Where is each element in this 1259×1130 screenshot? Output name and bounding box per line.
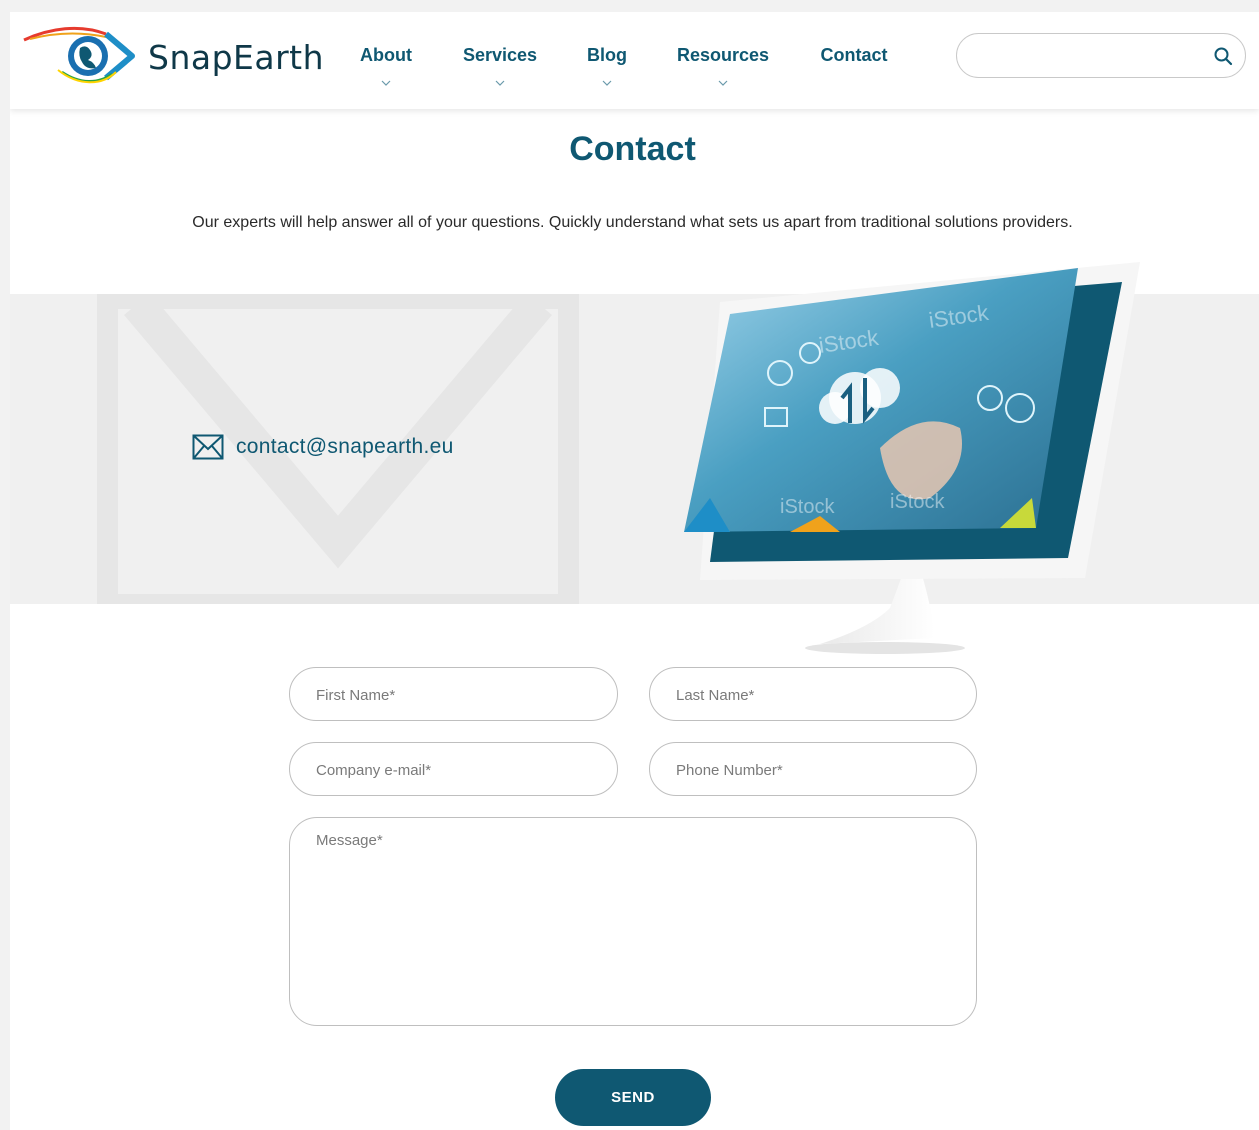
site-header: SnapEarth About Services Blog Resources …	[10, 12, 1259, 109]
nav-resources-label: Resources	[676, 45, 770, 65]
message-textarea[interactable]	[316, 832, 946, 1012]
company-email-field[interactable]	[289, 742, 618, 796]
nav-blog[interactable]: Blog	[585, 45, 629, 88]
company-email-input[interactable]	[316, 759, 586, 781]
page-title: Contact	[569, 130, 696, 168]
nav-about[interactable]: About	[358, 45, 414, 88]
phone-number-field[interactable]	[649, 742, 977, 796]
watermark-text: iStock	[890, 491, 945, 513]
search-icon[interactable]	[1213, 46, 1233, 66]
first-name-field[interactable]	[289, 667, 618, 721]
chevron-down-icon	[381, 80, 391, 86]
contact-email-link[interactable]: contact@snapearth.eu	[236, 435, 454, 459]
intro-text: Our experts will help answer all of your…	[192, 214, 1073, 231]
nav-contact[interactable]: Contact	[818, 45, 890, 66]
search-input[interactable]	[975, 44, 1205, 68]
chevron-down-icon	[495, 80, 505, 86]
last-name-input[interactable]	[676, 684, 946, 706]
nav-services-label: Services	[462, 45, 538, 65]
contact-page: SnapEarth About Services Blog Resources …	[10, 12, 1259, 1130]
globe-eye-icon	[23, 26, 135, 84]
brand-name: SnapEarth	[148, 38, 325, 77]
contact-email[interactable]: contact@snapearth.eu	[192, 434, 454, 460]
snapearth-logo[interactable]: SnapEarth	[22, 26, 324, 88]
last-name-field[interactable]	[649, 667, 977, 721]
message-field[interactable]	[289, 817, 977, 1026]
chevron-down-icon	[602, 80, 612, 86]
send-button[interactable]: SEND	[555, 1069, 711, 1126]
chevron-down-icon	[718, 80, 728, 86]
nav-services[interactable]: Services	[462, 45, 538, 88]
search-box[interactable]	[956, 33, 1246, 78]
nav-blog-label: Blog	[587, 45, 627, 65]
monitor-illustration: iStock iStock iStock iStock	[684, 262, 1140, 654]
nav-about-label: About	[360, 45, 412, 65]
first-name-input[interactable]	[316, 684, 586, 706]
nav-resources[interactable]: Resources	[676, 45, 770, 88]
phone-number-input[interactable]	[676, 759, 946, 781]
envelope-icon	[192, 434, 224, 460]
watermark-text: iStock	[780, 496, 835, 518]
nav-contact-label: Contact	[820, 45, 888, 65]
